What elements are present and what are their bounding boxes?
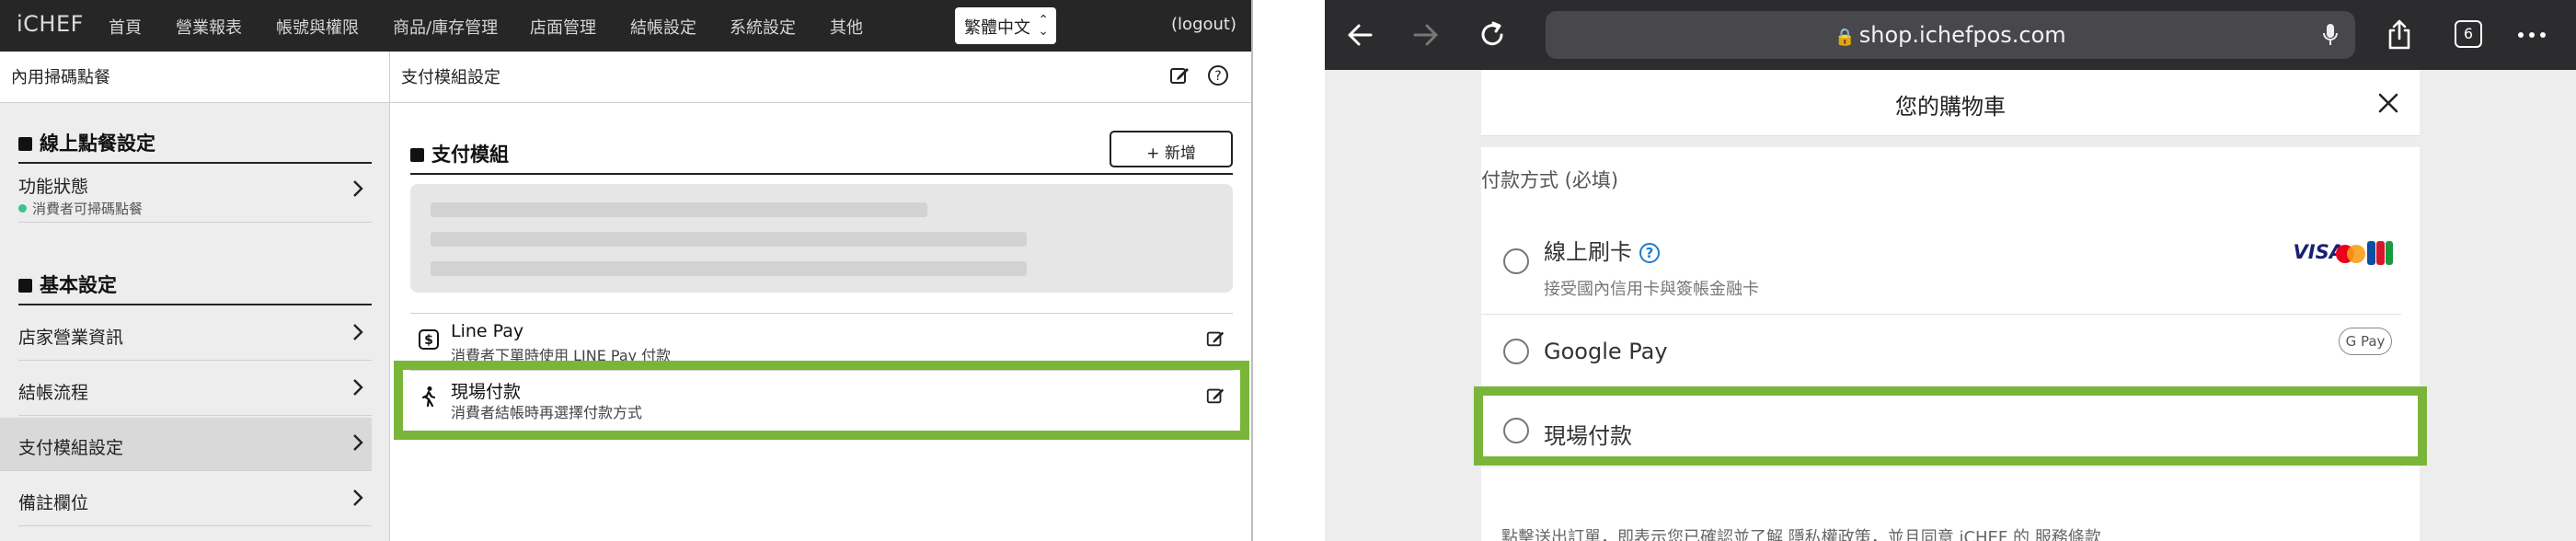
content-header-title: 支付模組設定: [401, 68, 500, 87]
sidebar-item-label: 店家營業資訊: [18, 328, 124, 348]
dollar-icon: $: [419, 329, 439, 350]
payment-module-name: Line Pay: [451, 321, 524, 341]
sidebar-header: 內用掃碼點餐: [0, 52, 390, 103]
payment-module-row-linepay[interactable]: $ Line Pay 消費者下單時使用 LINE Pay 付款: [410, 313, 1233, 364]
section-basic-settings: 基本設定: [18, 270, 372, 305]
ichef-logo: iCHEF: [17, 11, 84, 37]
microphone-icon[interactable]: [2322, 22, 2339, 48]
url-text: shop.ichefpos.com: [1858, 22, 2066, 48]
edit-icon[interactable]: [1168, 64, 1190, 86]
radio-button[interactable]: [1503, 248, 1529, 274]
nav-item-checkout[interactable]: 結帳設定: [630, 15, 696, 39]
google-pay-badge: G Pay: [2339, 328, 2392, 355]
nav-item-system[interactable]: 系統設定: [730, 15, 796, 39]
logout-link[interactable]: (logout): [1171, 15, 1236, 34]
square-bullet-icon: [18, 137, 32, 151]
forward-arrow-icon[interactable]: [1409, 18, 1443, 52]
more-options-icon[interactable]: [2515, 18, 2548, 52]
sidebar: 線上點餐設定 功能狀態 消費者可掃碼點餐 基本設定 店家營業資訊 結帳流程 支付…: [0, 103, 390, 541]
section-online-ordering: 線上點餐設定: [18, 129, 372, 164]
cart-title: 您的購物車: [1895, 94, 2006, 120]
payment-option-credit-card[interactable]: 線上刷卡? 接受國內信用卡與簽帳金融卡 VISA: [1481, 213, 2401, 315]
language-value: 繁體中文: [964, 18, 1030, 38]
chevron-right-icon: [353, 180, 363, 197]
status-dot-icon: [18, 204, 27, 213]
sidebar-item-payment-modules[interactable]: 支付模組設定: [0, 418, 372, 471]
mastercard-logo: [2336, 245, 2365, 263]
divider-strip: [1481, 136, 2420, 147]
shopping-cart-panel: 您的購物車 付款方式 (必填) 線上刷卡? 接受國內信用卡與簽帳金融卡 VISA…: [1481, 70, 2420, 541]
highlight-box-onsite-module: [394, 361, 1249, 440]
sidebar-item-store-info[interactable]: 店家營業資訊: [18, 307, 372, 361]
ichef-admin-window: iCHEF 首頁 營業報表 帳號與權限 商品/庫存管理 店面管理 結帳設定 系統…: [0, 0, 1253, 541]
language-select[interactable]: 繁體中文 ⌃ ⌄: [955, 7, 1056, 44]
nav-item-accounts[interactable]: 帳號與權限: [276, 15, 359, 39]
share-icon[interactable]: [2383, 18, 2416, 52]
nav-item-reports[interactable]: 營業報表: [176, 15, 242, 39]
chevron-right-icon: [353, 434, 363, 451]
placeholder-bar: [431, 261, 1027, 276]
sidebar-item-label: 支付模組設定: [18, 438, 124, 458]
nav-item-home[interactable]: 首頁: [109, 15, 142, 39]
browser-toolbar: 🔒 shop.ichefpos.com 6: [1325, 0, 2576, 70]
nav-item-store[interactable]: 店面管理: [530, 15, 596, 39]
nav-item-other[interactable]: 其他: [830, 15, 863, 39]
address-bar[interactable]: 🔒 shop.ichefpos.com: [1546, 11, 2355, 59]
select-arrows-icon: ⌃ ⌄: [1038, 13, 1049, 39]
sidebar-item-label: 備註欄位: [18, 493, 89, 513]
payment-method-label: 付款方式 (必填): [1481, 169, 1619, 191]
tab-count-button[interactable]: 6: [2455, 20, 2482, 48]
terms-footer-text: 點擊送出訂單，即表示您已確認並了解 隱私權政策，並且同意 iCHEF 的 服務條…: [1501, 528, 2101, 541]
placeholder-bar: [431, 232, 1027, 247]
sidebar-header-title: 內用掃碼點餐: [11, 68, 110, 87]
content-header: 支付模組設定 ?: [390, 52, 1251, 103]
loading-placeholder: [410, 184, 1233, 293]
square-bullet-icon: [18, 279, 32, 293]
sidebar-item-checkout-flow[interactable]: 結帳流程: [18, 363, 372, 416]
function-status-sub: 消費者可掃碼點餐: [18, 199, 143, 218]
radio-button[interactable]: [1503, 339, 1529, 364]
jcb-logo: [2367, 241, 2393, 265]
top-navigation-bar: iCHEF 首頁 營業報表 帳號與權限 商品/庫存管理 店面管理 結帳設定 系統…: [0, 0, 1251, 52]
help-icon[interactable]: ?: [1639, 243, 1660, 263]
reload-icon[interactable]: [1476, 18, 1509, 52]
add-payment-module-button[interactable]: + 新增: [1110, 131, 1233, 167]
help-icon[interactable]: ?: [1207, 64, 1229, 86]
chevron-right-icon: [353, 489, 363, 506]
sidebar-item-notes-field[interactable]: 備註欄位: [18, 473, 372, 526]
nav-item-products[interactable]: 商品/庫存管理: [393, 15, 498, 39]
chevron-right-icon: [353, 379, 363, 396]
chevron-right-icon: [353, 324, 363, 340]
payment-module-content: 支付模組 + 新增 $ Line Pay 消費者下單時使用 LINE Pay 付…: [390, 103, 1251, 541]
highlight-box-onsite-option: [1474, 386, 2427, 466]
placeholder-bar: [431, 202, 927, 217]
cart-header: 您的購物車: [1481, 70, 2420, 136]
payment-option-label: 線上刷卡?: [1544, 234, 1660, 266]
svg-text:?: ?: [1214, 69, 1221, 84]
edit-icon[interactable]: [1205, 328, 1225, 349]
payment-option-label: Google Pay: [1544, 339, 1668, 364]
sidebar-item-function-status[interactable]: 功能狀態 消費者可掃碼點餐: [18, 164, 372, 223]
back-arrow-icon[interactable]: [1343, 18, 1376, 52]
payment-option-sub: 接受國內信用卡與簽帳金融卡: [1544, 280, 1759, 299]
square-bullet-icon: [410, 148, 424, 162]
close-icon[interactable]: [2377, 92, 2399, 114]
function-status-label: 功能狀態: [18, 177, 89, 197]
sidebar-item-label: 結帳流程: [18, 383, 89, 403]
payment-option-google-pay[interactable]: Google Pay G Pay: [1481, 315, 2401, 390]
lock-icon: 🔒: [1834, 28, 1856, 47]
mobile-browser-window: 🔒 shop.ichefpos.com 6 您的購物車 付款方式 (必填) 線上刷…: [1325, 0, 2576, 541]
svg-text:$: $: [424, 333, 433, 348]
